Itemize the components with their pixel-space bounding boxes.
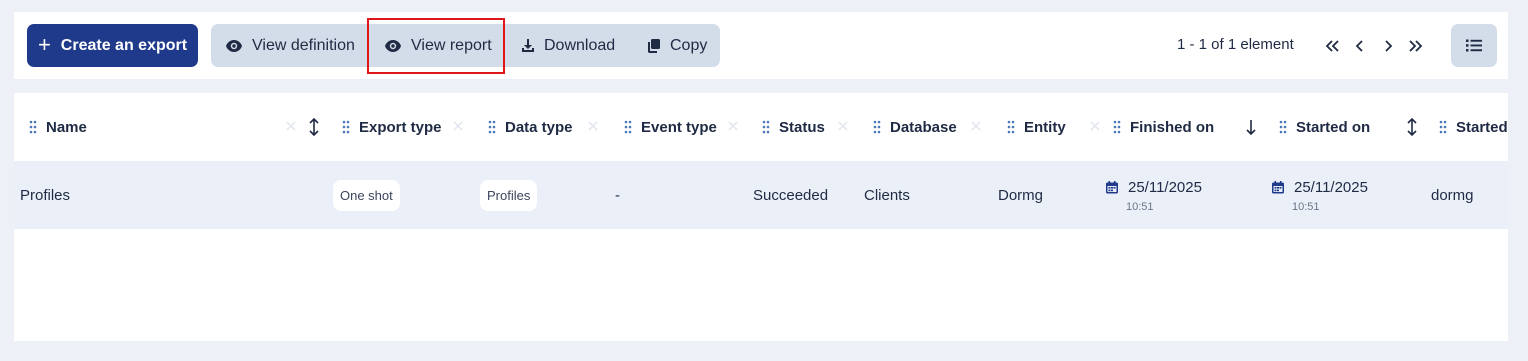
cell-name: Profiles bbox=[20, 161, 70, 229]
chevron-right-icon bbox=[1385, 40, 1393, 52]
cell-started-by: dormg bbox=[1431, 161, 1474, 229]
column-header[interactable]: Started bbox=[1439, 93, 1508, 161]
double-chevron-left-icon bbox=[1325, 40, 1339, 52]
double-chevron-right-icon bbox=[1409, 40, 1423, 52]
create-export-button[interactable]: + Create an export bbox=[27, 24, 198, 67]
table-row[interactable]: Profiles One shot Profiles - Succeeded Client… bbox=[14, 161, 1508, 229]
drag-handle-icon bbox=[1279, 120, 1287, 134]
drag-handle-icon bbox=[1007, 120, 1015, 134]
clear-filter-icon[interactable] bbox=[969, 119, 983, 133]
column-header[interactable]: Database bbox=[873, 93, 957, 161]
column-header[interactable]: Started on bbox=[1279, 93, 1370, 161]
started-date: 25/11/2025 bbox=[1294, 179, 1368, 196]
download-icon bbox=[522, 39, 534, 52]
column-header[interactable]: Event type bbox=[624, 93, 717, 161]
column-header[interactable]: Data type bbox=[488, 93, 573, 161]
list-icon bbox=[1466, 39, 1482, 52]
cell-status: Succeeded bbox=[753, 161, 828, 229]
cell-text: - bbox=[615, 186, 620, 204]
column-header-label: Name bbox=[46, 118, 87, 136]
clear-filter-icon[interactable] bbox=[836, 119, 850, 133]
next-page-button[interactable] bbox=[1378, 36, 1398, 56]
cell-event-type: - bbox=[615, 161, 620, 229]
started-time: 10:51 bbox=[1292, 201, 1320, 213]
column-header-label: Export type bbox=[359, 118, 442, 136]
clear-filter-icon[interactable] bbox=[284, 119, 298, 133]
column-header-label: Data type bbox=[505, 118, 573, 136]
calendar-icon bbox=[1106, 181, 1118, 194]
column-header-label: Event type bbox=[641, 118, 717, 136]
list-view-toggle[interactable] bbox=[1451, 24, 1497, 67]
view-definition-label: View definition bbox=[252, 36, 355, 54]
column-header[interactable]: Status bbox=[762, 93, 825, 161]
clear-filter-icon[interactable] bbox=[586, 119, 600, 133]
create-export-label: Create an export bbox=[60, 36, 188, 54]
action-button-group: View definition View report Download Cop… bbox=[211, 18, 720, 74]
clear-filter-icon[interactable] bbox=[451, 119, 465, 133]
table-header: Name Export type Data type Event type Status… bbox=[14, 93, 1508, 161]
data-type-pill: Profiles bbox=[480, 179, 538, 211]
column-header[interactable]: Name bbox=[29, 93, 87, 161]
exports-table: Name Export type Data type Event type Status… bbox=[14, 93, 1508, 341]
download-button[interactable]: Download bbox=[521, 24, 615, 67]
column-header[interactable]: Finished on bbox=[1113, 93, 1214, 161]
cell-text: Profiles bbox=[20, 186, 71, 204]
cell-database: Clients bbox=[864, 161, 910, 229]
eye-icon bbox=[226, 39, 242, 52]
drag-handle-icon bbox=[1439, 120, 1447, 134]
sort-icon[interactable] bbox=[308, 117, 320, 137]
drag-handle-icon bbox=[873, 120, 881, 134]
cell-entity: Dormg bbox=[998, 161, 1043, 229]
status-text: Succeeded bbox=[753, 186, 829, 204]
previous-page-button[interactable] bbox=[1350, 36, 1370, 56]
cell-text: Dormg bbox=[998, 186, 1044, 204]
toolbar: + Create an export View definition View … bbox=[14, 12, 1508, 79]
view-definition-button[interactable]: View definition bbox=[225, 24, 355, 67]
last-page-button[interactable] bbox=[1405, 36, 1425, 56]
finished-date: 25/11/2025 bbox=[1128, 179, 1202, 196]
export-type-pill: One shot bbox=[333, 179, 400, 211]
copy-label: Copy bbox=[670, 36, 708, 54]
copy-button[interactable]: Copy bbox=[647, 24, 707, 67]
column-header-label: Started on bbox=[1296, 118, 1371, 136]
clear-filter-icon[interactable] bbox=[1088, 119, 1102, 133]
first-page-button[interactable] bbox=[1323, 36, 1343, 56]
cell-text: Clients bbox=[864, 186, 910, 204]
sort-descending-icon[interactable] bbox=[1245, 117, 1257, 137]
drag-handle-icon bbox=[342, 120, 350, 134]
clear-filter-icon[interactable] bbox=[726, 119, 740, 133]
cell-data-type: Profiles bbox=[480, 161, 538, 229]
column-header-label: Database bbox=[890, 118, 957, 136]
download-label: Download bbox=[544, 36, 616, 54]
drag-handle-icon bbox=[624, 120, 632, 134]
sort-icon[interactable] bbox=[1406, 117, 1418, 137]
column-header-label: Status bbox=[779, 118, 825, 136]
chevron-left-icon bbox=[1355, 40, 1363, 52]
column-header[interactable]: Export type bbox=[342, 93, 442, 161]
drag-handle-icon bbox=[1113, 120, 1121, 134]
drag-handle-icon bbox=[762, 120, 770, 134]
copy-icon bbox=[648, 39, 660, 53]
eye-icon bbox=[385, 40, 401, 52]
view-report-button[interactable]: View report bbox=[367, 18, 505, 74]
plus-icon: + bbox=[37, 31, 51, 57]
calendar-icon bbox=[1272, 181, 1284, 194]
cell-export-type: One shot bbox=[333, 161, 400, 229]
drag-handle-icon bbox=[488, 120, 496, 134]
column-header-label: Started bbox=[1456, 118, 1508, 136]
column-header[interactable]: Entity bbox=[1007, 93, 1066, 161]
view-report-label: View report bbox=[411, 37, 492, 54]
cell-text: dormg bbox=[1431, 186, 1474, 204]
finished-time: 10:51 bbox=[1126, 201, 1154, 213]
pagination-info: 1 - 1 of 1 element bbox=[1177, 36, 1294, 53]
drag-handle-icon bbox=[29, 120, 37, 134]
column-header-label: Entity bbox=[1024, 118, 1066, 136]
column-header-label: Finished on bbox=[1130, 118, 1215, 136]
